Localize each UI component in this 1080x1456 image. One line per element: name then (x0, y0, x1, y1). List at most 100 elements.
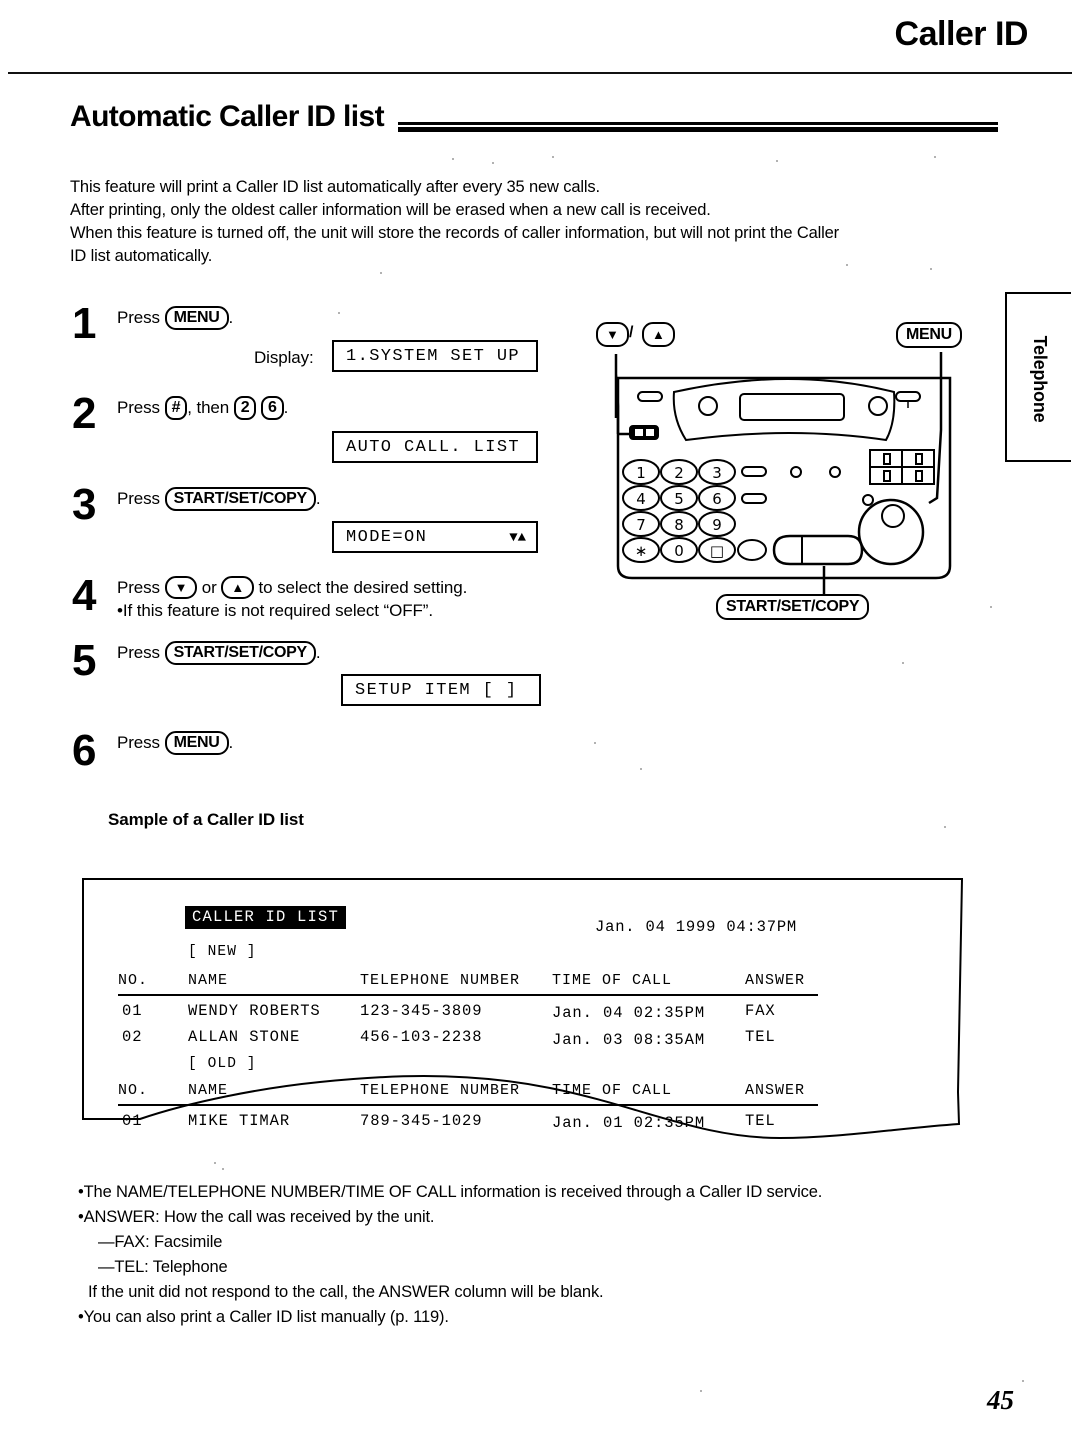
callout-up-arrow-key[interactable]: ▲ (642, 322, 675, 347)
lcd-step-3-text: MODE=ON (346, 528, 428, 547)
col-header-rule-new (118, 994, 818, 996)
step-6-period: . (228, 733, 234, 752)
row-old-1-answer: TEL (745, 1112, 776, 1130)
scan-speck (492, 162, 494, 164)
row-new-2-phone: 456-103-2238 (360, 1028, 483, 1046)
group-tag-new: [ NEW ] (188, 944, 257, 960)
step-4-tail-text: to select the desired setting. (258, 578, 468, 597)
step-6-instruction: Press MENU. (117, 731, 233, 755)
step-4-or-word: or (201, 578, 217, 597)
side-tab-telephone: Telephone (1005, 292, 1071, 462)
svg-text:5: 5 (674, 490, 684, 508)
sample-list-heading: Sample of a Caller ID list (108, 810, 304, 829)
row-old-1-no: 01 (122, 1112, 143, 1130)
scan-speck (380, 272, 382, 274)
scan-speck (902, 662, 904, 664)
start-set-copy-key[interactable]: START/SET/COPY (164, 487, 316, 511)
row-new-1-phone: 123-345-3809 (360, 1002, 483, 1020)
scan-speck (452, 158, 454, 160)
scan-speck (776, 160, 778, 162)
step-2-press-word: Press (117, 398, 160, 417)
callout-menu-key[interactable]: MENU (896, 322, 962, 348)
step-number-3: 3 (72, 480, 97, 529)
step-2-instruction: Press #, then 2 6. (117, 396, 288, 420)
row-old-1-phone: 789-345-1029 (360, 1112, 483, 1130)
lcd-display-step-1: 1.SYSTEM SET UP (332, 340, 538, 372)
row-new-1-answer: FAX (745, 1002, 776, 1020)
footnote-line-4: —TEL: Telephone (98, 1258, 228, 1276)
row-old-1-name: MIKE TIMAR (188, 1112, 291, 1130)
step-number-2: 2 (72, 389, 97, 438)
step-4-note: •If this feature is not required select … (117, 601, 433, 620)
scan-speck (552, 156, 554, 158)
list-title-banner: CALLER ID LIST (185, 906, 347, 929)
row-new-1-name: WENDY ROBERTS (188, 1002, 321, 1020)
step-2-period: . (283, 398, 289, 417)
scan-speck (594, 742, 596, 744)
callout-down-arrow-key[interactable]: ▼ (596, 322, 629, 347)
row-new-2-answer: TEL (745, 1028, 776, 1046)
row-new-1-time: Jan. 04 02:35PM (552, 1004, 706, 1022)
display-label: Display: (254, 348, 314, 367)
header-divider (8, 72, 1072, 74)
scan-speck (700, 1390, 702, 1392)
scan-speck (338, 312, 340, 314)
col-header-no-old: NO. (118, 1082, 149, 1099)
down-arrow-key[interactable]: ▼ (164, 576, 198, 599)
fax-machine-diagram: 1 2 3 4 5 6 7 8 9 ∗ 0 □ ▼ / ▲ MENU START… (596, 322, 996, 632)
footnote-line-5: If the unit did not respond to the call,… (88, 1283, 604, 1301)
page-number: 45 (987, 1385, 1014, 1415)
col-header-name-old: NAME (188, 1082, 229, 1099)
step-3-press-word: Press (117, 489, 160, 508)
svg-text:0: 0 (674, 542, 684, 560)
svg-text:4: 4 (636, 490, 646, 508)
step-3-period: . (315, 489, 321, 508)
intro-line-3: When this feature is turned off, the uni… (70, 224, 840, 242)
step-1-period: . (228, 308, 234, 327)
scan-speck (944, 826, 946, 828)
col-header-time-new: TIME OF CALL (552, 972, 673, 989)
scan-speck (990, 606, 992, 608)
scan-speck (214, 1162, 216, 1164)
step-number-1: 1 (72, 299, 97, 348)
menu-key-2[interactable]: MENU (164, 731, 229, 755)
menu-key[interactable]: MENU (164, 306, 229, 330)
side-tab-label: Telephone (1030, 335, 1050, 423)
intro-line-4: ID list automatically. (70, 247, 213, 265)
footnote-line-3: —FAX: Facsimile (98, 1233, 223, 1251)
callout-start-set-copy-key[interactable]: START/SET/COPY (716, 594, 870, 620)
step-4-press-word: Press (117, 578, 160, 597)
up-arrow-key[interactable]: ▲ (221, 576, 254, 599)
step-2-then-word: , then (187, 398, 230, 417)
svg-text:1: 1 (636, 464, 646, 482)
footnote-line-1: •The NAME/TELEPHONE NUMBER/TIME OF CALL … (78, 1183, 823, 1201)
svg-text:6: 6 (712, 490, 722, 508)
scan-speck (640, 768, 642, 770)
scan-speck (1022, 1380, 1024, 1382)
scan-speck (222, 1168, 224, 1170)
step-1-press-word: Press (117, 308, 160, 327)
section-heading-rule (398, 120, 998, 134)
scan-speck (934, 156, 936, 158)
svg-text:3: 3 (712, 464, 722, 482)
hash-key[interactable]: # (164, 396, 188, 420)
digit-2-key[interactable]: 2 (233, 396, 257, 420)
intro-line-1: This feature will print a Caller ID list… (70, 178, 600, 196)
lcd-step-3-arrows: ▼▲ (509, 530, 526, 546)
col-header-time-old: TIME OF CALL (552, 1082, 673, 1099)
row-old-1-time: Jan. 01 02:35PM (552, 1114, 706, 1132)
row-new-2-name: ALLAN STONE (188, 1028, 301, 1046)
group-tag-old: [ OLD ] (188, 1056, 257, 1072)
lcd-display-step-3: MODE=ON ▼▲ (332, 521, 538, 553)
digit-6-key[interactable]: 6 (261, 396, 284, 420)
svg-text:8: 8 (674, 516, 684, 534)
footnote-line-2: •ANSWER: How the call was received by th… (78, 1208, 435, 1226)
footnotes: •The NAME/TELEPHONE NUMBER/TIME OF CALL … (78, 1180, 998, 1330)
start-set-copy-key-2[interactable]: START/SET/COPY (164, 641, 316, 665)
scan-speck (846, 264, 848, 266)
step-1-instruction: Press MENU. (117, 306, 233, 330)
step-4-instruction: Press ▼ or ▲ to select the desired setti… (117, 576, 467, 600)
row-new-2-no: 02 (122, 1028, 143, 1046)
col-header-rule-old (118, 1104, 818, 1106)
step-5-period: . (315, 643, 321, 662)
